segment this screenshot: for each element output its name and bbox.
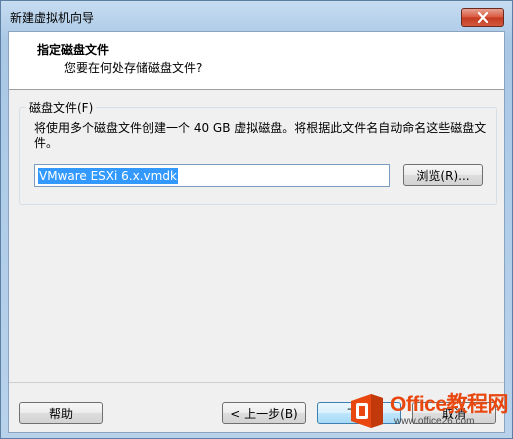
- close-button[interactable]: [461, 8, 504, 27]
- watermark-brand: Office教程网: [390, 393, 509, 416]
- disk-file-group-label: 磁盘文件(F): [26, 99, 97, 116]
- watermark: Office教程网 www.office26.com: [347, 385, 512, 437]
- disk-file-group: 磁盘文件(F) 将使用多个磁盘文件创建一个 40 GB 虚拟磁盘。将根据此文件名…: [19, 99, 497, 205]
- help-button[interactable]: 帮助: [19, 402, 103, 424]
- footer-divider: [9, 382, 504, 383]
- disk-file-value: VMware ESXi 6.x.vmdk: [38, 167, 178, 184]
- wizard-content: 指定磁盘文件 您要在何处存储磁盘文件? 磁盘文件(F) 将使用多个磁盘文件创建一…: [8, 31, 505, 433]
- page-subtitle: 您要在何处存储磁盘文件?: [64, 61, 203, 75]
- office-logo-icon: [347, 391, 387, 431]
- browse-button[interactable]: 浏览(R)...: [403, 164, 483, 186]
- watermark-url: www.office26.com: [394, 416, 475, 427]
- back-button[interactable]: < 上一步(B): [222, 402, 306, 424]
- wizard-header: 指定磁盘文件 您要在何处存储磁盘文件?: [9, 32, 504, 90]
- disk-file-description: 将使用多个磁盘文件创建一个 40 GB 虚拟磁盘。将根据此文件名自动命名这些磁盘…: [34, 121, 487, 150]
- page-title: 指定磁盘文件: [37, 43, 110, 57]
- close-icon: [477, 12, 488, 23]
- title-bar[interactable]: 新建虚拟机向导: [1, 1, 512, 31]
- disk-file-input[interactable]: VMware ESXi 6.x.vmdk: [34, 164, 390, 187]
- window-title: 新建虚拟机向导: [10, 11, 95, 25]
- wizard-window: 新建虚拟机向导 指定磁盘文件 您要在何处存储磁盘文件? 磁盘文件(F) 将使用多…: [0, 0, 513, 439]
